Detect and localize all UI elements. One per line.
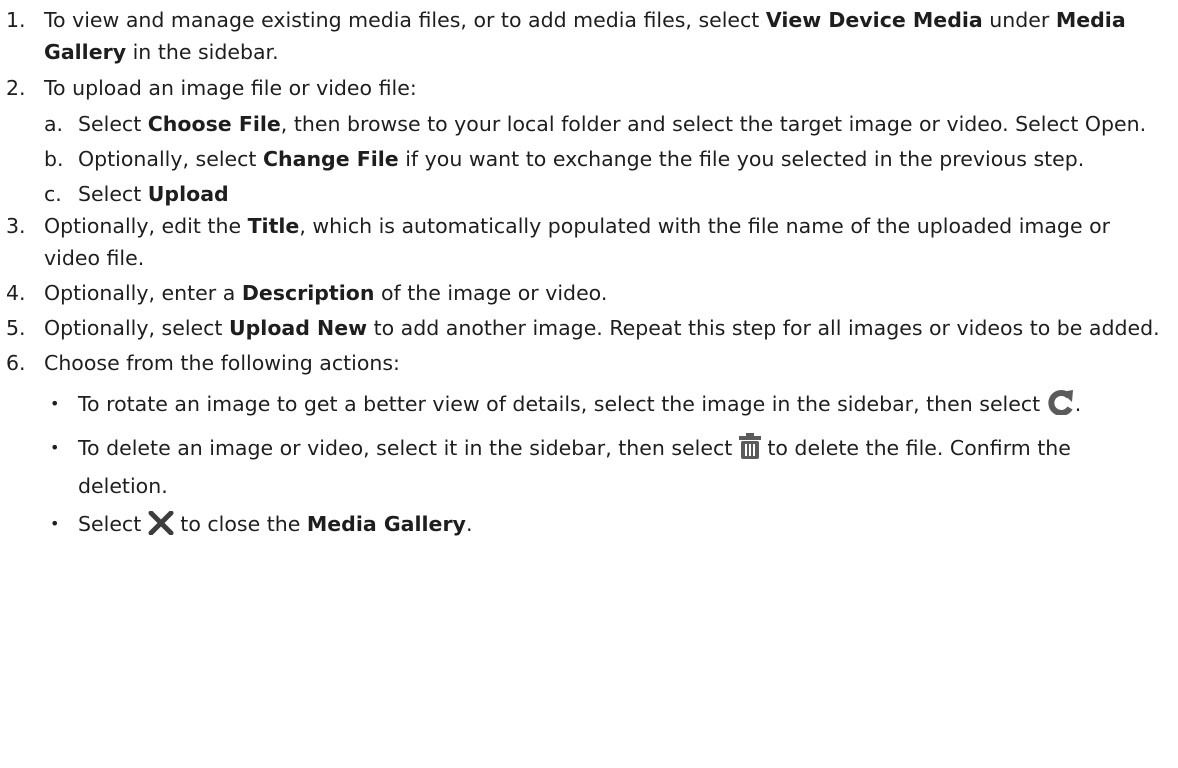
step-text: Optionally, edit the — [44, 214, 248, 238]
bullet: • — [50, 394, 60, 413]
step-bold: Description — [241, 281, 375, 305]
action-close: • Select to close the Media Gallery. — [44, 507, 1160, 545]
step-3: 3. Optionally, edit the Title, which is … — [0, 210, 1178, 274]
substeps-list: a. Select Choose File, then browse to yo… — [44, 108, 1160, 210]
action-rotate: • To rotate an image to get a better vie… — [44, 385, 1160, 427]
substep-b: b. Optionally, select Change File if you… — [44, 143, 1160, 175]
substep-c: c. Select Upload — [44, 178, 1160, 210]
substep-letter: c. — [44, 182, 62, 206]
substep-bold: Choose File — [147, 112, 281, 136]
action-text: To rotate an image to get a better view … — [78, 392, 1047, 416]
step-bold: Upload New — [228, 316, 368, 340]
rotate-icon — [1047, 389, 1075, 427]
close-icon — [148, 510, 174, 545]
substep-letter: b. — [44, 147, 64, 171]
substep-text: , then browse to your local folder and s… — [280, 112, 1147, 136]
step-text: Optionally, select — [44, 316, 229, 340]
step-number: 1. — [6, 8, 26, 32]
substep-bold: Change File — [262, 147, 399, 171]
procedure-document: 1. To view and manage existing media fil… — [0, 4, 1178, 768]
bullet: • — [50, 514, 60, 533]
step-number: 4. — [6, 281, 26, 305]
substep-a: a. Select Choose File, then browse to yo… — [44, 108, 1160, 140]
step-text: to add another image. Repeat this step f… — [367, 316, 1160, 340]
action-text: To delete an image or video, select it i… — [78, 436, 739, 460]
step-text: in the sidebar. — [126, 40, 279, 64]
action-delete: • To delete an image or video, select it… — [44, 431, 1160, 503]
step-6: 6. Choose from the following actions: • … — [0, 347, 1178, 545]
step-text: To view and manage existing media files,… — [44, 8, 766, 32]
substep-text: Select — [78, 112, 148, 136]
step-text: of the image or video. — [374, 281, 608, 305]
step-text: under — [982, 8, 1056, 32]
step-bold: Title — [247, 214, 300, 238]
step-text: Choose from the following actions: — [44, 351, 400, 375]
substep-text: Optionally, select — [78, 147, 263, 171]
action-text: Select — [78, 512, 148, 536]
step-text: Optionally, enter a — [44, 281, 242, 305]
substep-bold: Upload — [147, 182, 229, 206]
step-number: 2. — [6, 76, 26, 100]
step-5: 5. Optionally, select Upload New to add … — [0, 312, 1178, 344]
action-text: to close the — [173, 512, 307, 536]
step-1: 1. To view and manage existing media fil… — [0, 4, 1178, 68]
steps-list: 1. To view and manage existing media fil… — [0, 4, 1178, 545]
substep-text: if you want to exchange the file you sel… — [398, 147, 1085, 171]
step-number: 5. — [6, 316, 26, 340]
step-text: To upload an image file or video file: — [44, 76, 417, 100]
step-number: 3. — [6, 214, 26, 238]
action-text: . — [465, 512, 473, 536]
step-2: 2. To upload an image file or video file… — [0, 72, 1178, 210]
bullet: • — [50, 438, 60, 457]
action-text: . — [1074, 392, 1082, 416]
trash-icon — [738, 433, 761, 469]
step-number: 6. — [6, 351, 26, 375]
actions-list: • To rotate an image to get a better vie… — [44, 385, 1160, 545]
substep-letter: a. — [44, 112, 64, 136]
step-4: 4. Optionally, enter a Description of th… — [0, 277, 1178, 309]
action-bold: Media Gallery — [306, 512, 466, 536]
step-bold: View Device Media — [765, 8, 983, 32]
substep-text: Select — [78, 182, 148, 206]
